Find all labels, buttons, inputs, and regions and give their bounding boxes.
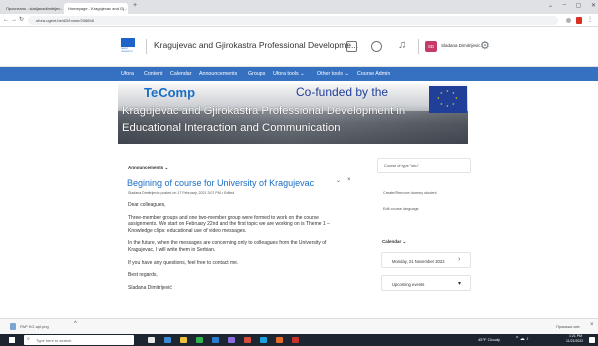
weather-text[interactable]: 45°F Cloudy (478, 337, 500, 342)
banner-title-line1: Kragujevac and Gjirokastra Professional … (122, 105, 406, 117)
course-header: GHENT UNIVERSITY Kragujevac and Gjirokas… (0, 27, 598, 67)
announcements-widget-label[interactable]: Announcements ⌄ (128, 165, 168, 171)
edge-icon[interactable] (260, 337, 267, 343)
user-name[interactable]: Sladana Dimitrijevic (441, 43, 481, 48)
url-field[interactable]: ufora.ugent.be/d2l/home/208658 (28, 16, 558, 25)
firefox-icon[interactable] (276, 337, 283, 343)
show-all-downloads[interactable]: Прикажи све (556, 324, 580, 329)
nav-ufora[interactable]: Ufora (121, 67, 134, 81)
course-navbar: Ufora Content Calendar Announcements Gro… (0, 67, 598, 81)
banner-title-line2: Educational Interaction and Communicatio… (122, 122, 341, 134)
nav-ufora-tools[interactable]: Ufora tools ⌄ (273, 67, 305, 81)
announcement-meta: Sladana Dimitrijevic posted on 17 Februa… (128, 191, 235, 195)
header-divider-2 (418, 39, 419, 54)
gear-icon[interactable]: ⚙ (480, 39, 490, 52)
announcement-greeting: Dear colleagues, (128, 202, 166, 208)
nav-course-admin[interactable]: Course Admin (357, 67, 390, 81)
clock-date[interactable]: 11/21/2022 (566, 339, 583, 343)
acrobat-icon[interactable] (292, 337, 299, 343)
avatar[interactable]: SD (425, 41, 437, 52)
taskbar-search-placeholder: Type here to search (36, 338, 72, 343)
calendar-next-icon[interactable]: › (458, 256, 460, 263)
clock-time[interactable]: 1:21 PM (569, 334, 582, 338)
browser-tab-inbox[interactable]: Прочитано - sladjanadimitrijev... (2, 3, 64, 14)
minimize-icon[interactable]: – (563, 2, 566, 9)
tecomp-logo-text: TeComp (144, 85, 196, 100)
nav-groups[interactable]: Groups (248, 67, 265, 81)
windows-taskbar: ⌕ Type here to search 45°F Cloudy ^ ☁ ♪ … (0, 334, 598, 346)
download-file-name[interactable]: PAP KG apl.png (20, 324, 49, 329)
announcement-paragraph: Best regards, (128, 272, 158, 279)
grid-icon[interactable] (346, 41, 357, 52)
ghent-university-logo[interactable]: GHENT UNIVERSITY (121, 38, 135, 54)
calendar-date-box[interactable]: Monday, 21 November 2022 › (381, 252, 471, 268)
header-divider (146, 39, 147, 54)
announcements-widget: Announcements ⌄ Begining of course for U… (119, 156, 359, 318)
course-admin-widget: Course of type "stru" Create/Remove dumm… (377, 158, 471, 213)
announcement-paragraph: In the future, when the messages are con… (128, 240, 327, 253)
screen: Прочитано - sladjanadimitrijev... Homepa… (0, 0, 598, 346)
download-options-icon[interactable]: ^ (74, 321, 77, 327)
forward-icon[interactable]: → (11, 14, 17, 27)
profile-icon[interactable] (576, 17, 582, 24)
mail-icon[interactable] (164, 337, 171, 343)
course-type-text: Course of type "stru" (384, 164, 419, 168)
upcoming-events-box[interactable]: Upcoming events ▾ (381, 275, 471, 291)
edit-language-link[interactable]: Edit course language (383, 207, 419, 211)
reload-icon[interactable]: ↻ (19, 14, 24, 27)
browser-tab-inbox-label: Прочитано - sladjanadimitrijev... (6, 6, 64, 11)
eu-flag-icon: ★ ★ ★ ★ ★ ★ ★ ★ (429, 86, 467, 113)
chat-icon[interactable] (371, 41, 382, 52)
announcement-body: Dear colleagues, Three-member groups and… (128, 202, 343, 291)
teams-icon[interactable] (228, 337, 235, 343)
windows-start-icon[interactable] (9, 337, 15, 343)
course-title[interactable]: Kragujevac and Gjirokastra Professional … (154, 40, 358, 50)
announcement-paragraph: If you have any questions, feel free to … (128, 259, 239, 266)
chrome-icon[interactable] (196, 337, 203, 343)
menu-dots-icon[interactable]: ⋮ (587, 16, 593, 23)
search-icon: ⌕ (27, 336, 30, 342)
upcoming-dropdown-icon[interactable]: ▾ (458, 280, 461, 287)
calendar-widget: Calendar ⌄ Monday, 21 November 2022 › Up… (377, 239, 473, 318)
task-view-icon[interactable] (148, 337, 155, 343)
url-text: ufora.ugent.be/d2l/home/208658 (36, 18, 94, 23)
browser-tab-homepage-label: Homepage - Kragujevac and Gj... (68, 6, 128, 11)
announcement-signature: Slađana Dimitrijević (128, 284, 172, 291)
close-downloads-icon[interactable]: × (590, 322, 594, 328)
bell-icon[interactable]: ♫ (398, 39, 406, 51)
maximize-icon[interactable]: ▢ (576, 2, 582, 9)
new-tab-button[interactable]: + (133, 2, 137, 9)
calendar-widget-label[interactable]: Calendar ⌄ (382, 239, 406, 245)
browser-tab-bar: Прочитано - sladjanadimitrijev... Homepa… (0, 0, 598, 14)
calendar-date: Monday, 21 November 2022 (392, 259, 445, 264)
announcement-menu-icon[interactable]: ⌄ (336, 177, 341, 184)
course-type-box: Course of type "stru" (377, 158, 471, 173)
close-window-icon[interactable]: ✕ (591, 2, 596, 9)
nav-announcements[interactable]: Announcements (199, 67, 237, 81)
nav-content[interactable]: Content (144, 67, 163, 81)
tray-icons[interactable]: ^ ☁ ♪ (516, 336, 529, 342)
taskbar-search-box[interactable]: ⌕ Type here to search (24, 335, 134, 345)
downloads-bar: PAP KG apl.png ^ Прикажи све × (0, 318, 598, 334)
back-icon[interactable]: ← (3, 14, 9, 27)
powerpoint-icon[interactable] (244, 337, 251, 343)
browser-tab-homepage[interactable]: Homepage - Kragujevac and Gj... (64, 3, 128, 14)
upcoming-events-label: Upcoming events (392, 282, 425, 287)
file-icon (10, 323, 16, 330)
tab-search-icon[interactable]: ⌄ (548, 2, 553, 9)
announcement-paragraph: Three-member groups and one two-member g… (128, 214, 330, 234)
extension-icon[interactable] (566, 18, 571, 23)
word-icon[interactable] (212, 337, 219, 343)
file-explorer-icon[interactable] (180, 337, 187, 343)
nav-calendar[interactable]: Calendar (170, 67, 192, 81)
nav-other-tools[interactable]: Other tools ⌄ (317, 67, 349, 81)
dummy-student-link[interactable]: Create/Remove dummy student (383, 191, 437, 195)
cofunded-text: Co-funded by the (296, 85, 389, 99)
dismiss-icon[interactable]: × (347, 177, 351, 183)
address-bar: ← → ↻ ufora.ugent.be/d2l/home/208658 ⋮ (0, 14, 598, 27)
course-banner: TeComp Co-funded by the ★ ★ ★ ★ ★ ★ ★ ★ Krag… (118, 84, 468, 144)
announcement-title[interactable]: Begining of course for University of Kra… (127, 178, 327, 188)
notification-icon[interactable] (589, 337, 595, 343)
